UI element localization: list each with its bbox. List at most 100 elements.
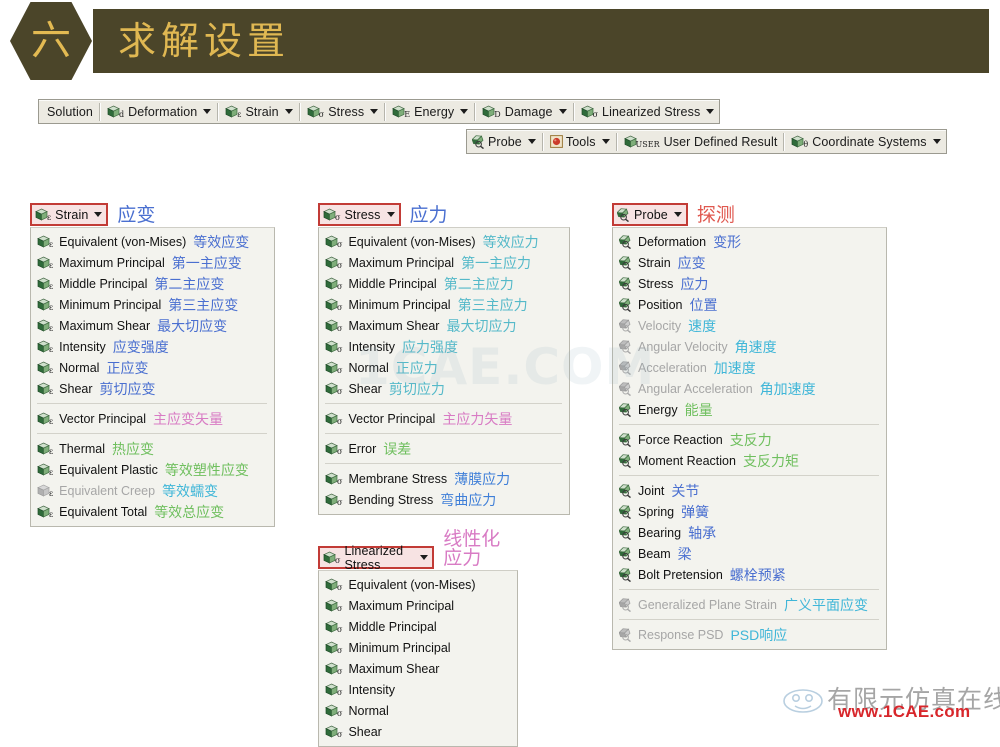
chevron-down-icon[interactable] — [203, 109, 212, 114]
chevron-down-icon[interactable] — [460, 109, 469, 114]
chevron-down-icon[interactable] — [527, 139, 536, 144]
menu-item-position[interactable]: Position 位置 — [613, 294, 886, 315]
menu-button-strain[interactable]: ε Strain — [30, 203, 109, 226]
menu-item-maximum-principal[interactable]: ε Maximum Principal 第一主应变 — [31, 252, 274, 273]
menu-item-strain[interactable]: Strain 应变 — [613, 252, 886, 273]
menu-item-deformation[interactable]: Deformation 变形 — [613, 231, 886, 252]
icon-subscript: σ — [337, 282, 343, 291]
chevron-down-icon[interactable] — [420, 555, 429, 560]
solution-toolbar-top[interactable]: Solution d Deformation ε Strain σ Stress E Energ… — [38, 99, 721, 124]
menu-item-shear[interactable]: σ Shear — [319, 721, 517, 742]
menu-item-equivalent-total[interactable]: ε Equivalent Total 等效总应变 — [31, 501, 274, 522]
menu-item-force-reaction[interactable]: Force Reaction 支反力 — [613, 429, 886, 450]
menu-item-normal[interactable]: σ Normal — [319, 700, 517, 721]
chevron-down-icon[interactable] — [673, 212, 682, 217]
toolbar-item-solution[interactable]: Solution — [39, 101, 98, 122]
solution-toolbar-bottom[interactable]: Probe Tools USER User Defined Result θ Coordi… — [466, 129, 947, 154]
toolbar-item-user-defined-result[interactable]: USER User Defined Result — [619, 131, 783, 152]
icon-subscript: σ — [337, 447, 343, 456]
toolbar-item-deformation[interactable]: d Deformation — [102, 101, 216, 122]
menu-item-label-en: Energy — [638, 402, 678, 417]
menu-item-equivalent-von-mises-[interactable]: σ Equivalent (von-Mises) 等效应力 — [319, 231, 569, 252]
menu-item-normal[interactable]: σ Normal 正应力 — [319, 357, 569, 378]
menu-item-middle-principal[interactable]: ε Middle Principal 第二主应变 — [31, 273, 274, 294]
menu-item-stress[interactable]: Stress 应力 — [613, 273, 886, 294]
menu-item-bending-stress[interactable]: σ Bending Stress 弯曲应力 — [319, 489, 569, 510]
chevron-down-icon[interactable] — [558, 109, 567, 114]
menu-item-label-en: Middle Principal — [59, 276, 148, 291]
menu-item-minimum-principal[interactable]: σ Minimum Principal — [319, 637, 517, 658]
menu-linearized-stress[interactable]: σ Linearized Stress 线性化应力 σ Equivalent (von-… — [318, 530, 518, 747]
chevron-down-icon[interactable] — [386, 212, 395, 217]
icon-subscript: σ — [337, 709, 343, 718]
menu-item-middle-principal[interactable]: σ Middle Principal — [319, 616, 517, 637]
toolbar-item-coordinate-systems[interactable]: θ Coordinate Systems — [786, 131, 945, 152]
menu-item-equivalent-von-mises-[interactable]: ε Equivalent (von-Mises) 等效应变 — [31, 231, 274, 252]
menu-item-shear[interactable]: σ Shear 剪切应力 — [319, 378, 569, 399]
menu-item-error[interactable]: σ Error 误差 — [319, 438, 569, 459]
menu-item-joint[interactable]: Joint 关节 — [613, 480, 886, 501]
menu-item-normal[interactable]: ε Normal 正应变 — [31, 357, 274, 378]
icon-subscript: σ — [592, 110, 599, 119]
toolbar-item-tools[interactable]: Tools — [545, 131, 615, 152]
menu-item-bolt-pretension[interactable]: Bolt Pretension 螺栓预紧 — [613, 564, 886, 585]
toolbar-item-linearized-stress[interactable]: σ Linearized Stress — [576, 101, 720, 122]
menu-item-maximum-shear[interactable]: σ Maximum Shear — [319, 658, 517, 679]
menu-item-intensity[interactable]: σ Intensity — [319, 679, 517, 700]
menu-item-minimum-principal[interactable]: ε Minimum Principal 第三主应变 — [31, 294, 274, 315]
menu-item-energy[interactable]: Energy 能量 — [613, 399, 886, 420]
toolbar-item-damage[interactable]: D Damage — [477, 101, 571, 122]
toolbar-item-stress[interactable]: σ Stress — [302, 101, 384, 122]
chevron-down-icon[interactable] — [932, 139, 941, 144]
probe-icon — [618, 628, 633, 643]
menu-item-maximum-principal[interactable]: σ Maximum Principal 第一主应力 — [319, 252, 569, 273]
menu-item-vector-principal[interactable]: σ Vector Principal 主应力矢量 — [319, 408, 569, 429]
menu-button-probe[interactable]: Probe — [612, 203, 688, 226]
chevron-down-icon[interactable] — [706, 109, 715, 114]
menu-stress[interactable]: σ Stress 应力 σ Equivalent (von-Mises) 等效应力 σ Max… — [318, 203, 570, 515]
chevron-down-icon[interactable] — [601, 139, 610, 144]
menu-item-generalized-plane-strain[interactable]: Generalized Plane Strain 广义平面应变 — [613, 594, 886, 615]
menu-item-beam[interactable]: Beam 梁 — [613, 543, 886, 564]
menu-item-spring[interactable]: Spring 弹簧 — [613, 501, 886, 522]
chevron-down-icon[interactable] — [370, 109, 379, 114]
menu-item-response-psd[interactable]: Response PSD PSD响应 — [613, 624, 886, 645]
chevron-down-icon[interactable] — [94, 212, 103, 217]
menu-item-angular-velocity[interactable]: Angular Velocity 角速度 — [613, 336, 886, 357]
menu-item-equivalent-von-mises-[interactable]: σ Equivalent (von-Mises) — [319, 574, 517, 595]
menu-item-middle-principal[interactable]: σ Middle Principal 第二主应力 — [319, 273, 569, 294]
menu-probe[interactable]: Probe 探测 Deformation 变形 Strain 应变 Stress 应力 Posi… — [612, 203, 887, 650]
menu-item-velocity[interactable]: Velocity 速度 — [613, 315, 886, 336]
menu-item-shear[interactable]: ε Shear 剪切应变 — [31, 378, 274, 399]
menu-item-intensity[interactable]: σ Intensity 应力强度 — [319, 336, 569, 357]
menu-item-intensity[interactable]: ε Intensity 应变强度 — [31, 336, 274, 357]
menu-item-label-cn: 正应力 — [395, 359, 438, 376]
header-banner: 求解设置 — [93, 9, 989, 73]
menu-button-stress[interactable]: σ Stress — [318, 203, 401, 226]
icon-subscript: ε — [49, 510, 54, 519]
menu-item-maximum-principal[interactable]: σ Maximum Principal — [319, 595, 517, 616]
menu-item-equivalent-creep[interactable]: ε Equivalent Creep 等效蠕变 — [31, 480, 274, 501]
menu-item-thermal[interactable]: ε Thermal 热应变 — [31, 438, 274, 459]
chevron-down-icon[interactable] — [284, 109, 293, 114]
toolbar-item-strain[interactable]: ε Strain — [220, 101, 297, 122]
menu-button-linearized-stress[interactable]: σ Linearized Stress — [318, 544, 435, 572]
menu-strain[interactable]: ε Strain 应变 ε Equivalent (von-Mises) 等效应变 ε Max… — [30, 203, 275, 527]
menu-item-vector-principal[interactable]: ε Vector Principal 主应变矢量 — [31, 408, 274, 429]
menu-item-equivalent-plastic[interactable]: ε Equivalent Plastic 等效塑性应变 — [31, 459, 274, 480]
probe-icon — [618, 382, 633, 397]
menu-item-angular-acceleration[interactable]: Angular Acceleration 角加速度 — [613, 378, 886, 399]
toolbar-item-energy[interactable]: E Energy — [387, 101, 473, 122]
toolbar-item-probe[interactable]: Probe — [467, 131, 541, 152]
menu-item-maximum-shear[interactable]: σ Maximum Shear 最大切应力 — [319, 315, 569, 336]
menu-item-membrane-stress[interactable]: σ Membrane Stress 薄膜应力 — [319, 468, 569, 489]
menu-item-maximum-shear[interactable]: ε Maximum Shear 最大切应变 — [31, 315, 274, 336]
menu-item-minimum-principal[interactable]: σ Minimum Principal 第三主应力 — [319, 294, 569, 315]
menu-item-label-cn: 能量 — [684, 401, 713, 418]
menu-item-label-cn: 第二主应力 — [443, 275, 514, 292]
menu-item-bearing[interactable]: Bearing 轴承 — [613, 522, 886, 543]
menu-item-acceleration[interactable]: Acceleration 加速度 — [613, 357, 886, 378]
toolbar-label-user-defined-result: User Defined Result — [663, 134, 778, 149]
menu-item-label-cn: 弹簧 — [681, 503, 710, 520]
menu-item-moment-reaction[interactable]: Moment Reaction 支反力矩 — [613, 450, 886, 471]
